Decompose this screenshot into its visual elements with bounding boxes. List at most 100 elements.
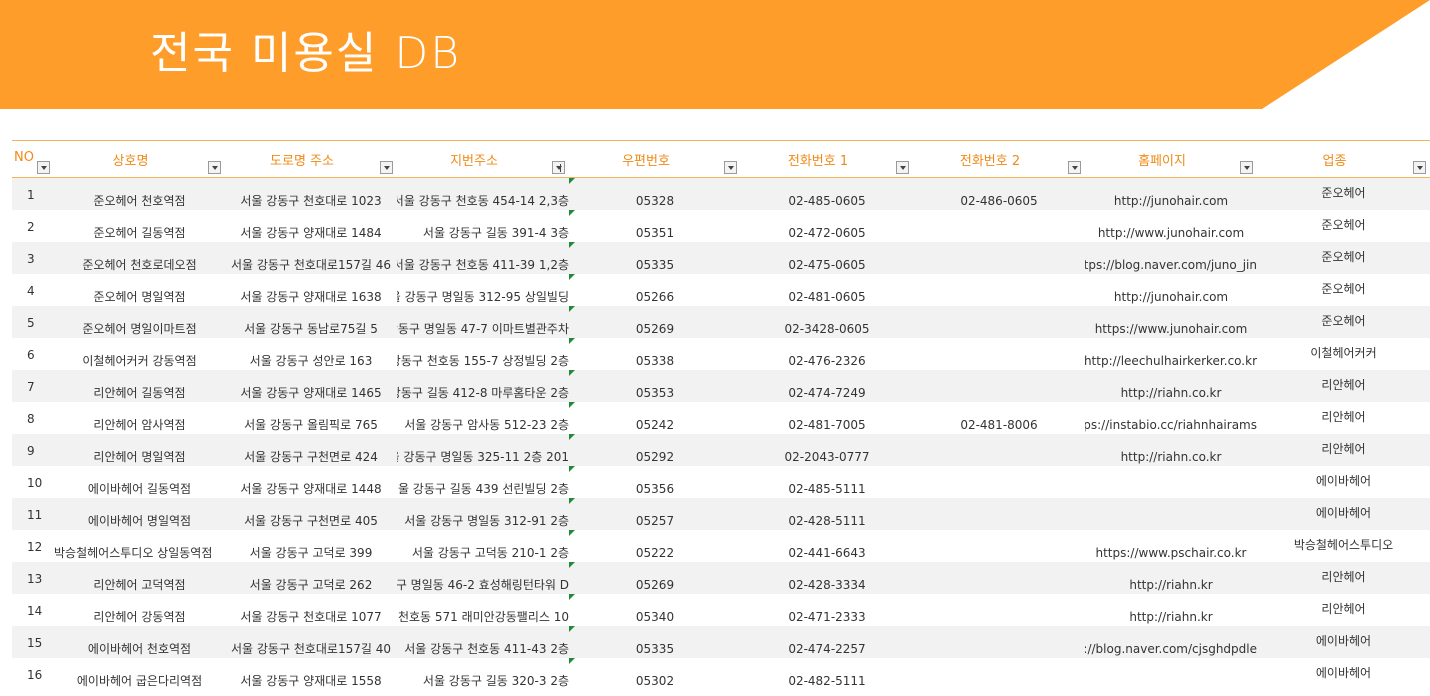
- cell-tel2[interactable]: [913, 370, 1085, 402]
- cell-cat[interactable]: 에이바헤어: [1257, 498, 1430, 530]
- cell-name[interactable]: 준오헤어 명일역점: [54, 274, 225, 306]
- column-header-tel1[interactable]: 전화번호 1: [741, 141, 913, 177]
- cell-road[interactable]: 서울 강동구 고덕로 262: [225, 562, 397, 594]
- cell-home[interactable]: https://instabio.cc/riahnhairams: [1085, 402, 1257, 434]
- cell-name[interactable]: 리안헤어 강동역점: [54, 594, 225, 626]
- cell-name[interactable]: 리안헤어 암사역점: [54, 402, 225, 434]
- cell-tel2[interactable]: [913, 242, 1085, 274]
- cell-tel2[interactable]: [913, 306, 1085, 338]
- cell-road[interactable]: 서울 강동구 천호대로 1077: [225, 594, 397, 626]
- table-row[interactable]: 9 리안헤어 명일역점 서울 강동구 구천면로 424 서울 강동구 명일동 325-…: [12, 434, 1430, 466]
- cell-tel2[interactable]: [913, 210, 1085, 242]
- table-row[interactable]: 13 리안헤어 고덕역점 서울 강동구 고덕로 262 서울 강동구 명일동 46-2…: [12, 562, 1430, 594]
- table-row[interactable]: 10 에이바헤어 길동역점 서울 강동구 양재대로 1448 서울 강동구 길동 43…: [12, 466, 1430, 498]
- cell-zip[interactable]: 05356: [569, 466, 741, 498]
- cell-road[interactable]: 서울 강동구 성안로 163: [225, 338, 397, 370]
- cell-tel2[interactable]: 02-481-8006: [913, 402, 1085, 434]
- cell-home[interactable]: [1085, 466, 1257, 498]
- cell-zip[interactable]: 05269: [569, 306, 741, 338]
- cell-road[interactable]: 서울 강동구 양재대로 1558: [225, 658, 397, 690]
- filter-dropdown-icon[interactable]: [208, 161, 221, 174]
- cell-name[interactable]: 준오헤어 길동역점: [54, 210, 225, 242]
- cell-road[interactable]: 서울 강동구 구천면로 405: [225, 498, 397, 530]
- column-header-tel2[interactable]: 전화번호 2: [913, 141, 1085, 177]
- column-header-cat[interactable]: 업종: [1257, 141, 1430, 177]
- table-row[interactable]: 3 준오헤어 천호로데오점 서울 강동구 천호대로157길 46 서울 강동구 천호동…: [12, 242, 1430, 274]
- cell-road[interactable]: 서울 강동구 천호대로157길 46: [225, 242, 397, 274]
- table-row[interactable]: 1 준오헤어 천호역점 서울 강동구 천호대로 1023 서울 강동구 천호동 454…: [12, 178, 1430, 210]
- cell-no[interactable]: 7: [12, 370, 54, 402]
- cell-zip[interactable]: 05340: [569, 594, 741, 626]
- cell-tel1[interactable]: 02-474-2257: [741, 626, 913, 658]
- cell-lot[interactable]: 서울 강동구 길동 391-4 3층: [397, 210, 569, 242]
- table-row[interactable]: 16 에이바헤어 굽은다리역점 서울 강동구 양재대로 1558 서울 강동구 길동 …: [12, 658, 1430, 690]
- cell-lot[interactable]: 서울 강동구 명일동 312-91 2층: [397, 498, 569, 530]
- cell-tel2[interactable]: [913, 338, 1085, 370]
- filter-dropdown-icon[interactable]: [37, 161, 50, 174]
- cell-zip[interactable]: 05328: [569, 178, 741, 210]
- cell-cat[interactable]: 에이바헤어: [1257, 626, 1430, 658]
- cell-tel2[interactable]: [913, 658, 1085, 690]
- table-row[interactable]: 12 박승철헤어스투디오 상일동역점 서울 강동구 고덕로 399 서울 강동구 고덕…: [12, 530, 1430, 562]
- cell-no[interactable]: 5: [12, 306, 54, 338]
- cell-name[interactable]: 이철헤어커커 강동역점: [54, 338, 225, 370]
- cell-zip[interactable]: 05292: [569, 434, 741, 466]
- cell-lot[interactable]: 서울 강동구 천호동 454-14 2,3층: [397, 178, 569, 210]
- cell-home[interactable]: [1085, 658, 1257, 690]
- cell-cat[interactable]: 준오헤어: [1257, 274, 1430, 306]
- column-header-road[interactable]: 도로명 주소: [225, 141, 397, 177]
- column-header-zip[interactable]: 우편번호: [569, 141, 741, 177]
- cell-name[interactable]: 리안헤어 고덕역점: [54, 562, 225, 594]
- cell-zip[interactable]: 05335: [569, 626, 741, 658]
- cell-lot[interactable]: 서울 강동구 길동 320-3 2층: [397, 658, 569, 690]
- cell-zip[interactable]: 05266: [569, 274, 741, 306]
- filter-dropdown-icon[interactable]: [380, 161, 393, 174]
- cell-tel2[interactable]: [913, 562, 1085, 594]
- cell-road[interactable]: 서울 강동구 구천면로 424: [225, 434, 397, 466]
- cell-lot[interactable]: 서울 강동구 천호동 411-39 1,2층: [397, 242, 569, 274]
- cell-no[interactable]: 16: [12, 658, 54, 690]
- cell-lot[interactable]: 서울 강동구 천호동 571 래미안강동팰리스 10: [397, 594, 569, 626]
- cell-zip[interactable]: 05351: [569, 210, 741, 242]
- cell-no[interactable]: 3: [12, 242, 54, 274]
- cell-cat[interactable]: 에이바헤어: [1257, 466, 1430, 498]
- cell-tel1[interactable]: 02-474-7249: [741, 370, 913, 402]
- cell-tel2[interactable]: 02-486-0605: [913, 178, 1085, 210]
- cell-tel1[interactable]: 02-482-5111: [741, 658, 913, 690]
- column-header-no[interactable]: NO: [12, 141, 54, 177]
- cell-tel1[interactable]: 02-476-2326: [741, 338, 913, 370]
- cell-no[interactable]: 14: [12, 594, 54, 626]
- cell-no[interactable]: 2: [12, 210, 54, 242]
- filter-dropdown-icon[interactable]: [552, 161, 565, 174]
- cell-home[interactable]: https://blog.naver.com/juno_jin: [1085, 242, 1257, 274]
- cell-tel1[interactable]: 02-485-5111: [741, 466, 913, 498]
- cell-lot[interactable]: 서울 강동구 명일동 312-95 상일빌딩: [397, 274, 569, 306]
- filter-dropdown-icon[interactable]: [896, 161, 909, 174]
- cell-road[interactable]: 서울 강동구 천호대로 1023: [225, 178, 397, 210]
- cell-cat[interactable]: 리안헤어: [1257, 594, 1430, 626]
- cell-home[interactable]: http://www.junohair.com: [1085, 210, 1257, 242]
- cell-no[interactable]: 8: [12, 402, 54, 434]
- cell-zip[interactable]: 05257: [569, 498, 741, 530]
- cell-name[interactable]: 리안헤어 명일역점: [54, 434, 225, 466]
- cell-tel1[interactable]: 02-428-5111: [741, 498, 913, 530]
- cell-zip[interactable]: 05242: [569, 402, 741, 434]
- cell-cat[interactable]: 리안헤어: [1257, 434, 1430, 466]
- cell-tel1[interactable]: 02-2043-0777: [741, 434, 913, 466]
- cell-lot[interactable]: 서울 강동구 명일동 325-11 2층 201: [397, 434, 569, 466]
- cell-name[interactable]: 준오헤어 천호로데오점: [54, 242, 225, 274]
- cell-home[interactable]: http://riahn.co.kr: [1085, 370, 1257, 402]
- cell-cat[interactable]: 이철헤어커커: [1257, 338, 1430, 370]
- cell-tel2[interactable]: [913, 626, 1085, 658]
- cell-home[interactable]: http://junohair.com: [1085, 178, 1257, 210]
- cell-zip[interactable]: 05302: [569, 658, 741, 690]
- cell-tel1[interactable]: 02-485-0605: [741, 178, 913, 210]
- cell-lot[interactable]: 서울 강동구 길동 412-8 마루홈타운 2층: [397, 370, 569, 402]
- cell-home[interactable]: https://www.junohair.com: [1085, 306, 1257, 338]
- cell-home[interactable]: http://junohair.com: [1085, 274, 1257, 306]
- cell-cat[interactable]: 준오헤어: [1257, 210, 1430, 242]
- cell-road[interactable]: 서울 강동구 양재대로 1465: [225, 370, 397, 402]
- column-header-name[interactable]: 상호명: [54, 141, 225, 177]
- table-row[interactable]: 5 준오헤어 명일이마트점 서울 강동구 동남로75길 5 서울 강동구 명일동 47…: [12, 306, 1430, 338]
- table-row[interactable]: 6 이철헤어커커 강동역점 서울 강동구 성안로 163 서울 강동구 천호동 155…: [12, 338, 1430, 370]
